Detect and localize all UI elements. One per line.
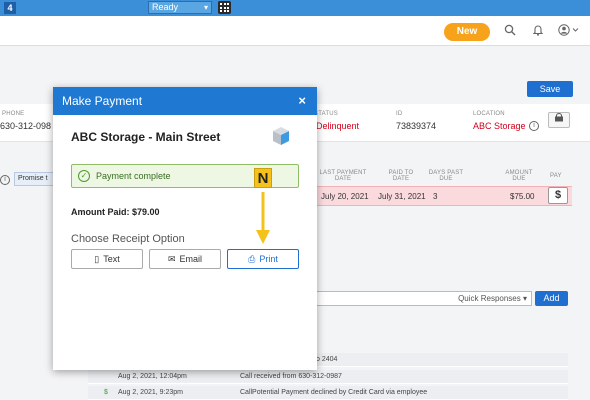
amount-paid: Amount Paid: $79.00 bbox=[71, 207, 160, 217]
email-receipt-button[interactable]: ✉ Email bbox=[149, 249, 221, 269]
log-message: CallPotential Payment declined by Credit… bbox=[240, 389, 428, 396]
phone-label: PHONE bbox=[2, 111, 25, 117]
check-circle-icon: ✓ bbox=[78, 170, 90, 182]
envelope-icon: ✉ bbox=[167, 254, 176, 264]
bell-icon[interactable] bbox=[532, 24, 544, 39]
location-value: ABC Storage bbox=[473, 121, 526, 131]
last-payment-header: LAST PAYMENT DATE bbox=[319, 170, 367, 182]
agent-status-select[interactable]: Ready ▾ bbox=[148, 1, 212, 14]
log-message: Call received from 630-312-0987 bbox=[240, 373, 342, 380]
phone-value: 630-312-098 bbox=[0, 121, 52, 131]
text-receipt-button[interactable]: ▯ Text bbox=[71, 249, 143, 269]
log-time: Aug 2, 2021, 9:23pm bbox=[118, 389, 183, 396]
phone-icon: ▯ bbox=[94, 254, 100, 264]
apps-grid-icon[interactable] bbox=[218, 1, 231, 14]
print-receipt-button[interactable]: ⎙ Print bbox=[227, 249, 299, 269]
info-icon[interactable]: i bbox=[529, 121, 539, 131]
promise-to-pay-button[interactable]: Promise t bbox=[14, 172, 54, 186]
id-value: 73839374 bbox=[396, 121, 437, 131]
printer-icon: ⎙ bbox=[248, 254, 256, 264]
facility-name: ABC Storage - Main Street bbox=[71, 130, 221, 144]
log-row: $ Aug 2, 2021, 9:23pm CallPotential Paym… bbox=[88, 386, 568, 400]
system-bar: 4 Ready ▾ bbox=[0, 0, 590, 16]
payment-row: July 20, 2021 July 31, 2021 3 $75.00 bbox=[300, 186, 572, 206]
days-past-due-header: DAYS PAST DUE bbox=[428, 170, 464, 182]
location-label: LOCATION bbox=[473, 111, 505, 117]
log-time: Aug 2, 2021, 12:04pm bbox=[118, 373, 187, 380]
success-message: Payment complete bbox=[96, 171, 171, 181]
modal-title: Make Payment bbox=[62, 94, 143, 108]
text-receipt-label: Text bbox=[103, 254, 120, 264]
search-icon[interactable] bbox=[504, 24, 516, 39]
amount-due-value: $75.00 bbox=[510, 192, 535, 201]
email-receipt-label: Email bbox=[179, 254, 203, 264]
quick-responses-select[interactable]: Quick Responses ▾ bbox=[310, 291, 532, 306]
lock-icon[interactable] bbox=[548, 112, 570, 128]
info-icon[interactable]: i bbox=[0, 175, 10, 185]
arrow-down-icon bbox=[256, 192, 270, 244]
amount-due-header: AMOUNT DUE bbox=[505, 170, 533, 182]
new-button[interactable]: New bbox=[444, 23, 490, 41]
receipt-option-title: Choose Receipt Option bbox=[71, 233, 185, 245]
pay-header: PAY bbox=[550, 173, 562, 179]
paid-to-date-header: PAID TO DATE bbox=[388, 170, 414, 182]
last-payment-value: July 20, 2021 bbox=[321, 192, 369, 201]
modal-header: Make Payment × bbox=[53, 87, 317, 115]
user-avatar-icon[interactable] bbox=[558, 24, 580, 39]
log-message: o 2404 bbox=[316, 356, 338, 363]
app-logo: 4 bbox=[4, 2, 16, 14]
dollar-icon: $ bbox=[104, 389, 108, 396]
app-header: New bbox=[0, 16, 590, 46]
close-icon[interactable]: × bbox=[298, 87, 306, 115]
pay-button[interactable]: $ bbox=[548, 187, 568, 204]
paid-to-value: July 31, 2021 bbox=[378, 192, 426, 201]
print-receipt-label: Print bbox=[259, 254, 278, 264]
annotation-badge: N bbox=[254, 168, 272, 188]
days-past-due-value: 3 bbox=[433, 192, 438, 201]
chevron-down-icon: ▾ bbox=[203, 3, 208, 12]
save-button[interactable]: Save bbox=[527, 81, 573, 97]
add-button[interactable]: Add bbox=[535, 291, 568, 306]
id-label: ID bbox=[396, 111, 403, 117]
status-value: Delinquent bbox=[316, 121, 360, 131]
log-row: Aug 2, 2021, 12:04pm Call received from … bbox=[88, 370, 568, 384]
agent-status-value: Ready bbox=[152, 2, 179, 12]
status-label: STATUS bbox=[314, 111, 338, 117]
make-payment-modal: Make Payment × ABC Storage - Main Street… bbox=[53, 87, 317, 370]
storage-unit-icon bbox=[273, 127, 289, 145]
